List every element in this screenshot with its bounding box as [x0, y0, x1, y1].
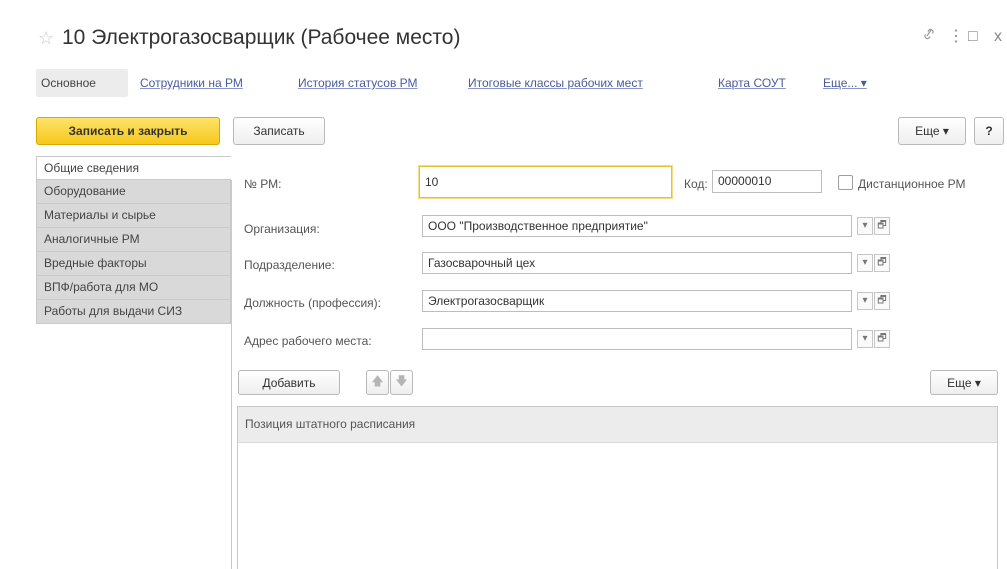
nav-more[interactable]: Еще... ▾ [823, 76, 867, 90]
department-label: Подразделение: [244, 258, 335, 272]
nav-employees[interactable]: Сотрудники на РМ [140, 76, 243, 90]
code-label: Код: [684, 177, 708, 191]
workplace-number-input[interactable]: 10 [419, 166, 672, 198]
department-open-icon[interactable]: 🗗 [874, 254, 890, 272]
tab-materials[interactable]: Материалы и сырье [36, 204, 231, 228]
nav-sout-card[interactable]: Карта СОУТ [718, 76, 786, 90]
save-button[interactable]: Записать [233, 117, 325, 145]
tabs-divider [231, 180, 232, 569]
tab-equipment[interactable]: Оборудование [36, 180, 231, 204]
address-open-icon[interactable]: 🗗 [874, 330, 890, 348]
organization-label: Организация: [244, 222, 320, 236]
maximize-icon[interactable]: □ [968, 26, 978, 48]
more-button[interactable]: Еще ▾ [898, 117, 966, 145]
tab-vpf-work[interactable]: ВПФ/работа для МО [36, 276, 231, 300]
remote-workplace-checkbox[interactable] [838, 175, 853, 190]
tab-similar-workplaces[interactable]: Аналогичные РМ [36, 228, 231, 252]
address-dropdown-icon[interactable]: ▾ [857, 330, 873, 348]
close-icon[interactable]: x [994, 26, 1002, 48]
department-input[interactable]: Газосварочный цех [422, 252, 852, 274]
column-header-staff-position[interactable]: Позиция штатного расписания [238, 407, 997, 443]
save-and-close-button[interactable]: Записать и закрыть [36, 117, 220, 145]
menu-dots-icon[interactable]: ⋮ [948, 26, 964, 48]
window-title: 10 Электрогазосварщик (Рабочее место) [62, 26, 461, 49]
tab-harmful-factors[interactable]: Вредные факторы [36, 252, 231, 276]
nav-main[interactable]: Основное [41, 76, 96, 90]
organization-dropdown-icon[interactable]: ▾ [857, 217, 873, 235]
position-open-icon[interactable]: 🗗 [874, 292, 890, 310]
address-label: Адрес рабочего места: [244, 334, 372, 348]
staff-positions-table[interactable]: Позиция штатного расписания [237, 406, 998, 569]
section-tabs: Общие сведения Оборудование Материалы и … [36, 156, 231, 324]
department-dropdown-icon[interactable]: ▾ [857, 254, 873, 272]
organization-open-icon[interactable]: 🗗 [874, 217, 890, 235]
code-input[interactable]: 00000010 [712, 170, 822, 193]
favorite-star-icon[interactable]: ☆ [38, 28, 54, 48]
move-down-icon[interactable]: 🡇 [390, 370, 413, 395]
position-input[interactable]: Электрогазосварщик [422, 290, 852, 312]
link-icon[interactable] [922, 26, 936, 49]
position-dropdown-icon[interactable]: ▾ [857, 292, 873, 310]
workplace-number-label: № РМ: [244, 177, 282, 191]
list-more-button[interactable]: Еще ▾ [930, 370, 998, 395]
organization-input[interactable]: ООО "Производственное предприятие" [422, 215, 852, 237]
address-input[interactable] [422, 328, 852, 350]
nav-status-history[interactable]: История статусов РМ [298, 76, 418, 90]
position-label: Должность (профессия): [244, 296, 382, 310]
nav-result-classes[interactable]: Итоговые классы рабочих мест [468, 76, 643, 90]
move-up-icon[interactable]: 🡅 [366, 370, 389, 395]
tab-general[interactable]: Общие сведения [36, 156, 231, 180]
add-button[interactable]: Добавить [238, 370, 340, 395]
remote-workplace-label: Дистанционное РМ [858, 177, 966, 191]
tab-ppe-works[interactable]: Работы для выдачи СИЗ [36, 300, 231, 324]
help-button[interactable]: ? [974, 117, 1004, 145]
